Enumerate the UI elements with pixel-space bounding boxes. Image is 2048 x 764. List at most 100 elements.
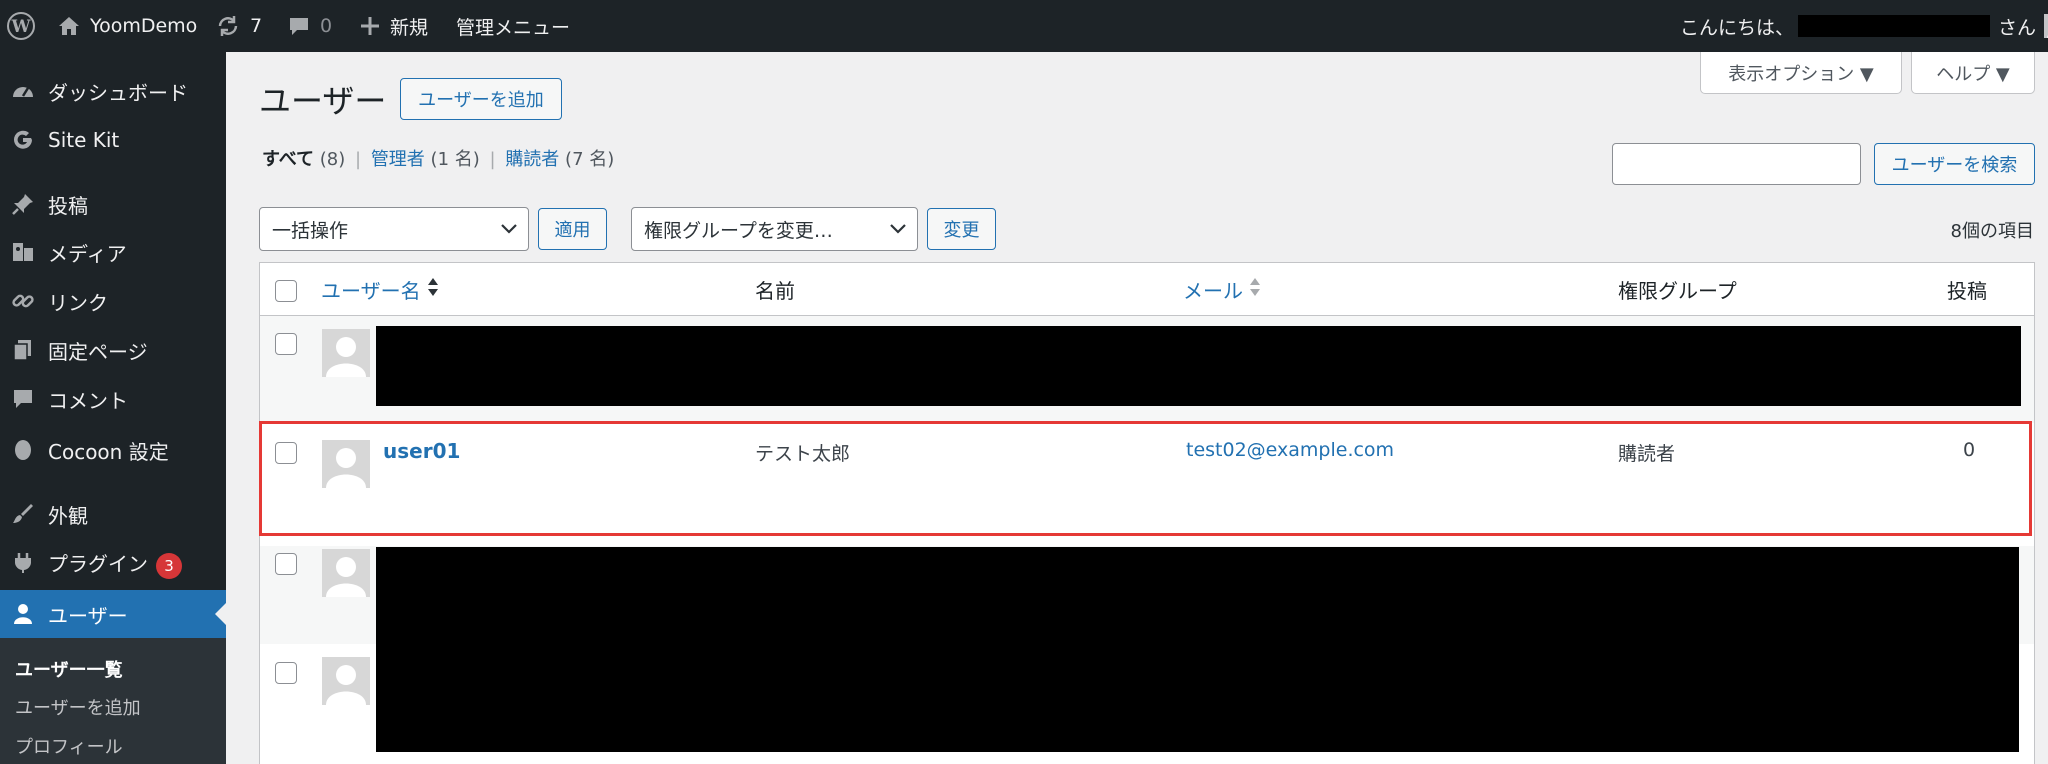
user-search-input[interactable] bbox=[1612, 143, 1861, 185]
sidebar-item-plugins[interactable]: プラグイン 3 bbox=[0, 539, 226, 587]
greeting-text: こんにちは、 bbox=[1680, 16, 1795, 39]
change-role-button[interactable]: 変更 bbox=[927, 208, 996, 250]
filter-all-link[interactable]: すべて bbox=[262, 149, 314, 170]
pushpin-icon bbox=[10, 191, 36, 217]
sort-icon bbox=[427, 276, 439, 303]
user-role-filters: すべて (8) | 管理者 (1 名) | 購読者 (7 名) bbox=[262, 145, 614, 171]
dashboard-icon bbox=[10, 78, 36, 104]
apply-bulk-action-button[interactable]: 適用 bbox=[538, 208, 607, 250]
sidebar-item-label: 外観 bbox=[48, 503, 88, 528]
page-title: ユーザー bbox=[259, 82, 387, 120]
my-account-link[interactable]: こんにちは、 さん bbox=[1680, 0, 2048, 52]
users-submenu: ユーザー一覧 ユーザーを追加 プロフィール bbox=[0, 638, 226, 764]
column-email-label: メール bbox=[1183, 278, 1243, 303]
redacted-row-content bbox=[376, 326, 2021, 406]
change-role-select[interactable]: 権限グループを変更… bbox=[631, 207, 918, 251]
sidebar-item-label: ユーザー bbox=[48, 603, 128, 628]
bulk-action-value: 一括操作 bbox=[272, 219, 349, 242]
wordpress-logo-icon[interactable]: W bbox=[6, 0, 36, 52]
sidebar-item-comments[interactable]: コメント bbox=[0, 375, 226, 423]
updates-link[interactable]: 7 bbox=[216, 0, 262, 52]
site-name: YoomDemo bbox=[90, 15, 198, 37]
sidebar-item-label: コメント bbox=[48, 388, 128, 413]
sidebar-item-label: 固定ページ bbox=[48, 339, 148, 364]
column-username-header[interactable]: ユーザー名 bbox=[321, 263, 439, 315]
svg-text:W: W bbox=[10, 17, 31, 37]
submenu-item-add-user[interactable]: ユーザーを追加 bbox=[15, 694, 141, 720]
admin-sidebar: ダッシュボード Site Kit 投稿 メディア リンク 固定ページ コメント … bbox=[0, 52, 226, 764]
plugin-update-count-badge: 3 bbox=[156, 552, 182, 579]
submenu-item-profile[interactable]: プロフィール bbox=[15, 733, 123, 759]
sidebar-item-users[interactable]: ユーザー bbox=[0, 590, 226, 638]
filter-all-count: (8) bbox=[319, 149, 346, 170]
submenu-item-all-users[interactable]: ユーザー一覧 bbox=[15, 656, 123, 682]
google-g-icon bbox=[10, 127, 36, 153]
sidebar-item-pages[interactable]: 固定ページ bbox=[0, 326, 226, 374]
pages-icon bbox=[10, 337, 36, 363]
site-name-link[interactable]: YoomDemo bbox=[58, 0, 197, 52]
sidebar-item-label: プラグイン bbox=[48, 551, 148, 576]
comments-count: 0 bbox=[320, 15, 333, 37]
column-email-header[interactable]: メール bbox=[1183, 263, 1261, 315]
filter-subscriber-count: (7 名) bbox=[565, 149, 615, 170]
search-users-button[interactable]: ユーザーを検索 bbox=[1874, 143, 2035, 185]
chevron-down-icon bbox=[889, 218, 907, 240]
admin-menu-label: 管理メニュー bbox=[456, 16, 571, 39]
user-avatar bbox=[322, 657, 370, 705]
row-checkbox[interactable] bbox=[275, 333, 297, 355]
bulk-action-select[interactable]: 一括操作 bbox=[259, 207, 529, 251]
sidebar-item-dashboard[interactable]: ダッシュボード bbox=[0, 67, 226, 115]
column-name-header: 名前 bbox=[755, 278, 795, 303]
new-label: 新規 bbox=[390, 16, 429, 39]
row-checkbox[interactable] bbox=[275, 662, 297, 684]
filter-separator: | bbox=[355, 149, 362, 170]
change-role-value: 権限グループを変更… bbox=[644, 219, 833, 242]
help-button[interactable]: ヘルプ ▼ bbox=[1911, 52, 2035, 94]
comment-icon bbox=[10, 386, 36, 412]
sidebar-item-media[interactable]: メディア bbox=[0, 228, 226, 276]
add-user-button[interactable]: ユーザーを追加 bbox=[400, 78, 562, 120]
sidebar-item-posts[interactable]: 投稿 bbox=[0, 180, 226, 228]
column-posts-header: 投稿 bbox=[1947, 278, 1987, 303]
screen-options-button[interactable]: 表示オプション ▼ bbox=[1700, 52, 1902, 94]
filter-separator: | bbox=[489, 149, 496, 170]
sidebar-item-site-kit[interactable]: Site Kit bbox=[0, 116, 226, 164]
chevron-down-icon bbox=[500, 218, 518, 240]
cocoon-icon bbox=[10, 437, 36, 463]
user-icon bbox=[10, 601, 36, 627]
sidebar-item-label: 投稿 bbox=[48, 193, 88, 218]
redacted-username bbox=[1798, 15, 1991, 37]
plus-icon bbox=[360, 16, 380, 36]
highlight-box bbox=[259, 421, 2032, 536]
greeting-suffix: さん bbox=[1998, 16, 2037, 39]
column-username-label: ユーザー名 bbox=[321, 278, 421, 303]
sidebar-item-label: ダッシュボード bbox=[48, 80, 188, 105]
admin-menu-link[interactable]: 管理メニュー bbox=[456, 0, 570, 52]
updates-icon bbox=[216, 14, 240, 38]
admin-bar: W YoomDemo 7 0 新規 管理メニュー こんにちは、 さん bbox=[0, 0, 2048, 52]
new-content-link[interactable]: 新規 bbox=[360, 0, 428, 52]
sidebar-item-label: リンク bbox=[48, 290, 108, 315]
redacted-row-content bbox=[376, 547, 2019, 752]
sidebar-item-appearance[interactable]: 外観 bbox=[0, 490, 226, 538]
media-icon bbox=[10, 239, 36, 265]
column-role-header: 権限グループ bbox=[1618, 278, 1737, 303]
avatar-icon bbox=[2044, 14, 2048, 38]
user-avatar bbox=[322, 549, 370, 597]
sidebar-item-label: Site Kit bbox=[48, 128, 120, 152]
sidebar-item-links[interactable]: リンク bbox=[0, 277, 226, 325]
comment-bubble-icon bbox=[288, 15, 310, 37]
filter-administrator-link[interactable]: 管理者 bbox=[371, 149, 425, 170]
plugin-icon bbox=[10, 550, 36, 576]
sort-icon bbox=[1249, 276, 1261, 303]
items-count: 8個の項目 bbox=[1950, 221, 2034, 242]
row-checkbox[interactable] bbox=[275, 553, 297, 575]
comments-link[interactable]: 0 bbox=[288, 0, 332, 52]
sidebar-item-cocoon-settings[interactable]: Cocoon 設定 bbox=[0, 426, 226, 474]
select-all-checkbox[interactable] bbox=[275, 280, 297, 302]
link-icon bbox=[10, 288, 36, 314]
filter-administrator-count: (1 名) bbox=[430, 149, 480, 170]
filter-subscriber-link[interactable]: 購読者 bbox=[505, 149, 559, 170]
brush-icon bbox=[10, 501, 36, 527]
sidebar-item-label: Cocoon 設定 bbox=[48, 439, 169, 464]
